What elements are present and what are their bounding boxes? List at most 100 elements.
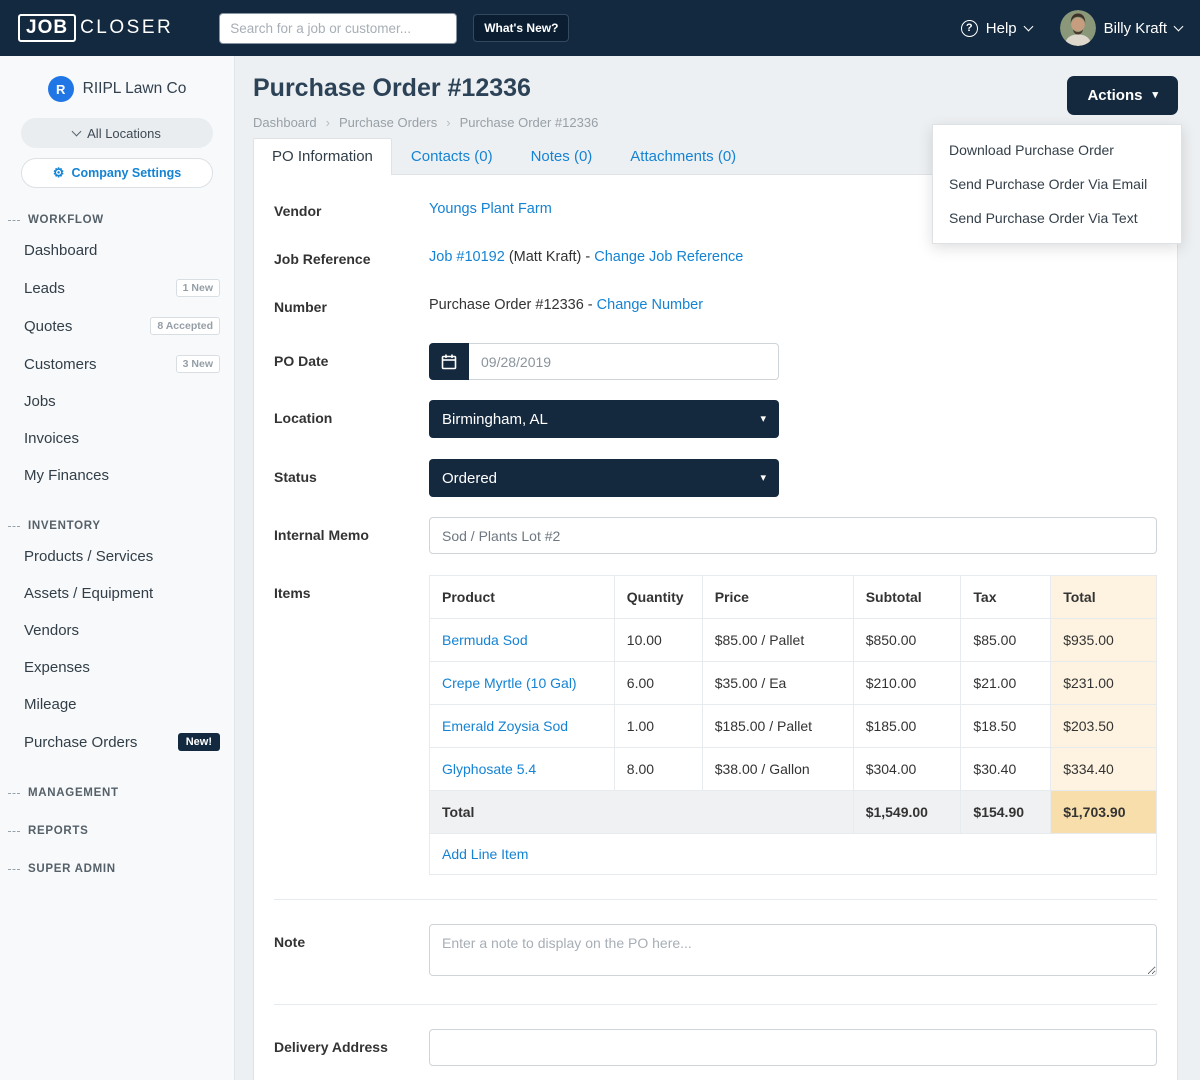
sidebar-item-purchase-orders[interactable]: Purchase Orders New! [0,723,234,761]
search-input[interactable] [219,13,457,44]
sidebar-item-my-finances[interactable]: My Finances [0,457,234,494]
change-number-link[interactable]: Change Number [597,297,703,313]
chevron-down-icon [1174,21,1184,31]
top-navbar: JOB CLOSER What's New? ? Help [0,0,1200,56]
sidebar-item-label: Products / Services [24,548,153,565]
status-selected-value: Ordered [442,470,497,487]
logo-job-text: JOB [18,14,76,42]
product-link[interactable]: Bermuda Sod [442,632,528,648]
form-row-delivery-address: Delivery Address [274,1029,1157,1080]
sidebar-item-expenses[interactable]: Expenses [0,649,234,686]
tab-attachments[interactable]: Attachments (0) [611,138,755,174]
logo-closer-text: CLOSER [80,17,173,39]
sidebar-item-label: Expenses [24,659,90,676]
total-label: Total [430,791,854,834]
product-link[interactable]: Glyphosate 5.4 [442,761,536,777]
breadcrumb-purchase-orders[interactable]: Purchase Orders [339,115,437,130]
item-quantity: 6.00 [614,662,702,705]
change-job-reference-link[interactable]: Change Job Reference [594,249,743,265]
sidebar-item-vendors[interactable]: Vendors [0,612,234,649]
sidebar-section-workflow[interactable]: WORKFLOW [0,214,234,226]
caret-down-icon: ▾ [760,473,766,484]
company-settings-button[interactable]: ⚙ Company Settings [21,158,213,188]
total-subtotal: $1,549.00 [853,791,961,834]
main-content: Purchase Order #12336 Dashboard › Purcha… [235,56,1200,1080]
section-divider [274,1004,1157,1005]
sidebar-section-management[interactable]: MANAGEMENT [0,787,234,799]
sidebar-item-label: Mileage [24,696,77,713]
form-row-po-date: PO Date [274,343,1157,380]
calendar-button[interactable] [429,343,469,380]
item-tax: $30.40 [961,748,1051,791]
col-price: Price [702,576,853,619]
items-total-row: Total $1,549.00 $154.90 $1,703.90 [430,791,1157,834]
whats-new-button[interactable]: What's New? [473,14,569,42]
location-select[interactable]: Birmingham, AL ▾ [429,400,779,438]
sidebar-item-mileage[interactable]: Mileage [0,686,234,723]
sidebar-section-reports[interactable]: REPORTS [0,825,234,837]
menu-item-send-po-email[interactable]: Send Purchase Order Via Email [933,167,1181,201]
tab-po-information[interactable]: PO Information [253,138,392,175]
menu-item-download-po[interactable]: Download Purchase Order [933,133,1181,167]
add-line-item-link[interactable]: Add Line Item [442,846,528,862]
job-reference-text: (Matt Kraft) - [509,249,590,265]
quotes-count-badge: 8 Accepted [150,317,220,335]
status-select[interactable]: Ordered ▾ [429,459,779,497]
vendor-label: Vendor [274,201,429,219]
avatar [1060,10,1096,46]
item-price: $85.00 / Pallet [702,619,853,662]
add-line-item-row: Add Line Item [430,834,1157,875]
sidebar-item-customers[interactable]: Customers 3 New [0,345,234,383]
breadcrumb-dashboard[interactable]: Dashboard [253,115,317,130]
form-row-location: Location Birmingham, AL ▾ [274,400,1157,438]
sidebar-item-jobs[interactable]: Jobs [0,383,234,420]
item-tax: $18.50 [961,705,1051,748]
internal-memo-input[interactable] [429,517,1157,554]
breadcrumb-separator: › [446,115,450,130]
tab-contacts[interactable]: Contacts (0) [392,138,512,174]
status-label: Status [274,459,429,485]
breadcrumb: Dashboard › Purchase Orders › Purchase O… [253,115,598,130]
job-link[interactable]: Job #10192 [429,249,505,265]
delivery-address-line1-input[interactable] [429,1029,1157,1066]
all-locations-dropdown[interactable]: All Locations [21,118,213,148]
tab-notes[interactable]: Notes (0) [512,138,612,174]
sidebar-item-dashboard[interactable]: Dashboard [0,232,234,269]
job-reference-label: Job Reference [274,249,429,267]
item-subtotal: $210.00 [853,662,961,705]
menu-item-send-po-text[interactable]: Send Purchase Order Via Text [933,201,1181,235]
actions-button[interactable]: Actions ▾ [1067,76,1178,115]
po-note-textarea[interactable] [429,924,1157,976]
help-menu[interactable]: ? Help [961,20,1032,37]
item-row: Emerald Zoysia Sod 1.00 $185.00 / Pallet… [430,705,1157,748]
sidebar-section-super-admin[interactable]: SUPER ADMIN [0,863,234,875]
sidebar-item-invoices[interactable]: Invoices [0,420,234,457]
po-date-input[interactable] [469,343,779,380]
po-number-text: Purchase Order #12336 - [429,297,593,313]
user-menu[interactable]: Billy Kraft [1060,10,1182,46]
section-dash [8,831,20,832]
user-name: Billy Kraft [1104,20,1167,37]
calendar-icon [441,354,457,370]
sidebar-section-inventory[interactable]: INVENTORY [0,520,234,532]
total-grand: $1,703.90 [1051,791,1157,834]
col-product: Product [430,576,615,619]
sidebar-item-products-services[interactable]: Products / Services [0,538,234,575]
app-logo[interactable]: JOB CLOSER [18,14,173,42]
section-dash [8,869,20,870]
item-total: $334.40 [1051,748,1157,791]
sidebar-item-quotes[interactable]: Quotes 8 Accepted [0,307,234,345]
items-header-row: Product Quantity Price Subtotal Tax Tota… [430,576,1157,619]
vendor-link[interactable]: Youngs Plant Farm [429,201,552,217]
sidebar-item-assets-equipment[interactable]: Assets / Equipment [0,575,234,612]
product-link[interactable]: Emerald Zoysia Sod [442,718,568,734]
company-switcher[interactable]: R RIIPL Lawn Co [0,76,234,102]
product-link[interactable]: Crepe Myrtle (10 Gal) [442,675,577,691]
section-dash [8,526,20,527]
sidebar-item-leads[interactable]: Leads 1 New [0,269,234,307]
leads-count-badge: 1 New [176,279,220,297]
number-label: Number [274,297,429,315]
sidebar-item-label: Assets / Equipment [24,585,153,602]
sidebar-item-label: Jobs [24,393,56,410]
new-badge: New! [178,733,220,751]
